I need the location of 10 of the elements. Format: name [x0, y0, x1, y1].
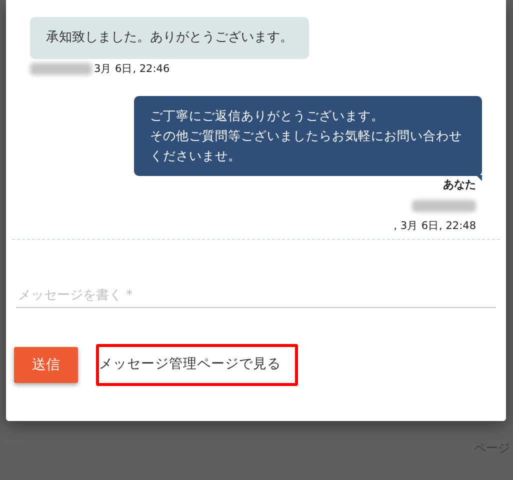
message-bubble: ご丁寧にご返信ありがとうございます。 その他ご質問等ございましたらお気軽にお問い合わせくださいませ。 [134, 96, 482, 176]
sender-name: あなた [443, 177, 476, 192]
blurred-name [30, 63, 92, 75]
blurred-name [412, 200, 476, 212]
bubble-tail [476, 175, 482, 181]
message-timestamp: , 3月 6日, 22:48 [394, 219, 476, 233]
message-timestamp: 3月 6日, 22:46 [94, 62, 170, 76]
manage-page-link[interactable]: メッセージ管理ページで見る [96, 344, 298, 386]
message-bubble: 承知致しました。ありがとうございます。 [30, 17, 309, 59]
message-input[interactable]: メッセージを書く * [16, 284, 496, 308]
